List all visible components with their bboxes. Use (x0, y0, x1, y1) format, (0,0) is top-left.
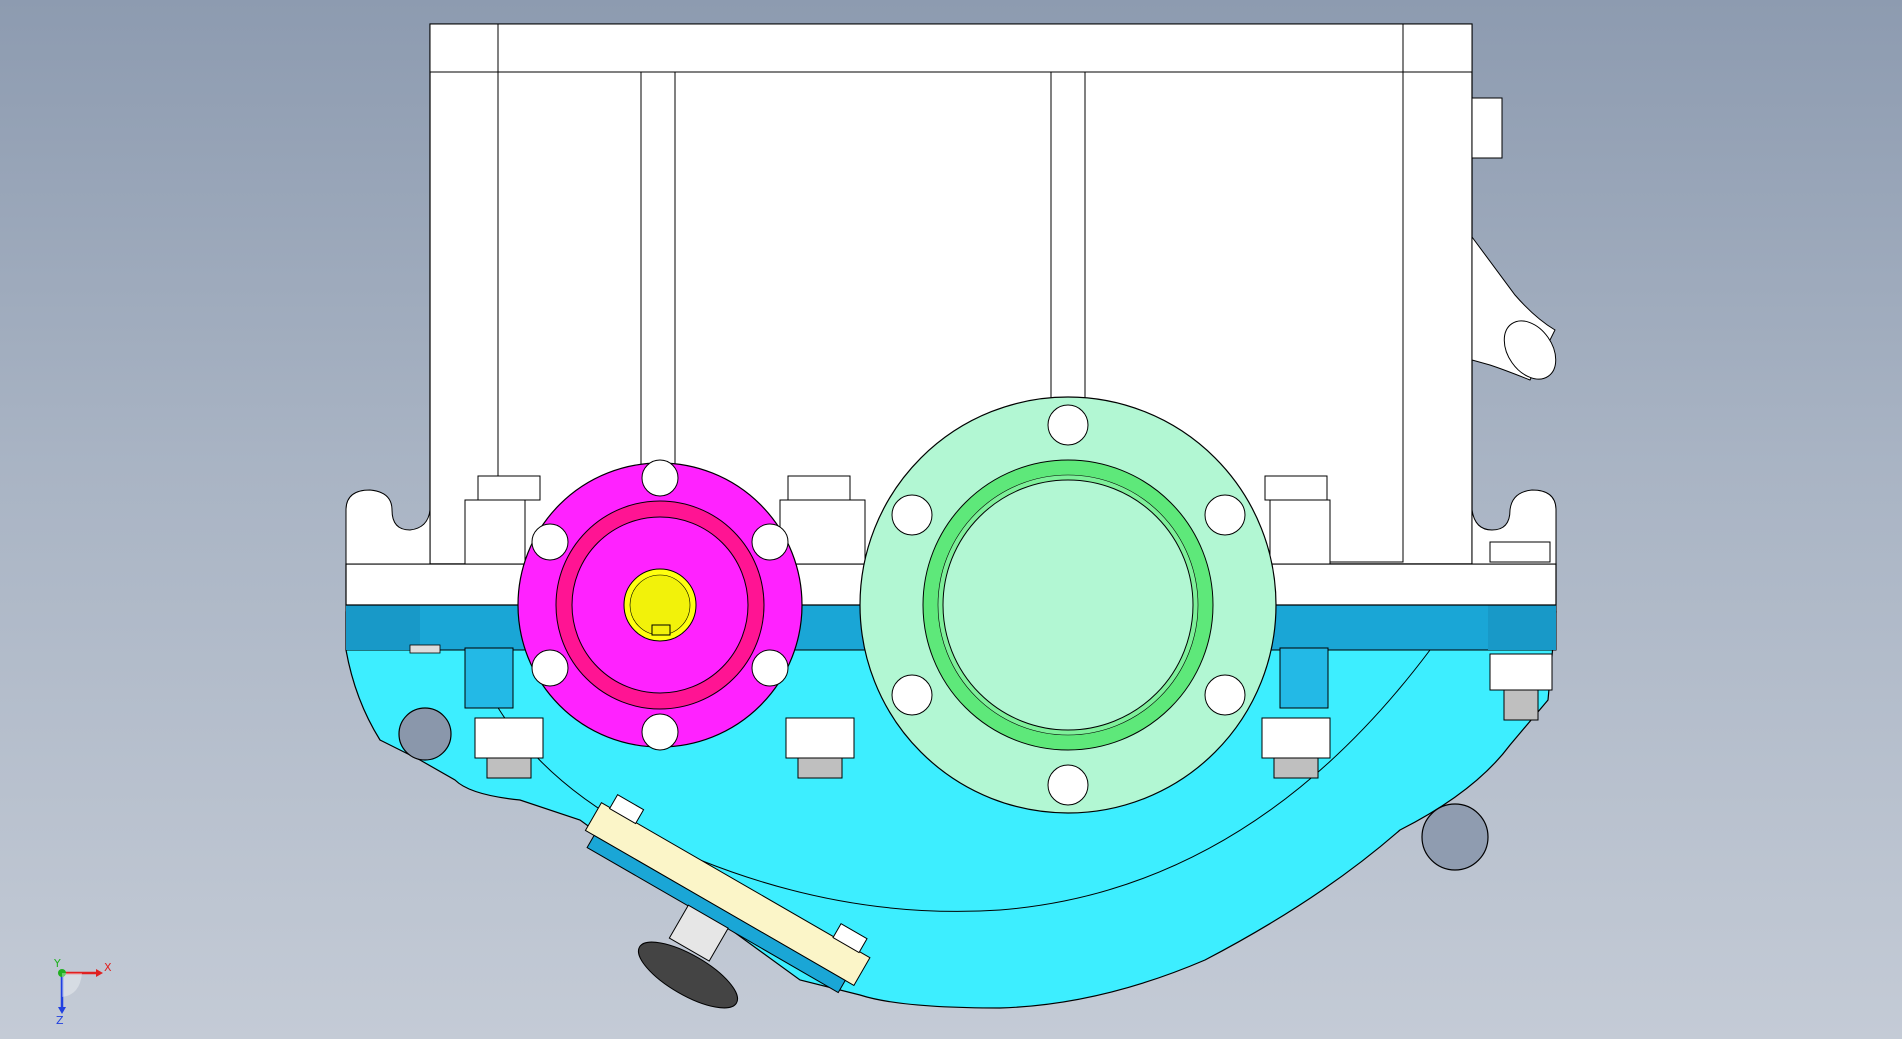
mount-hole-left (398, 707, 452, 761)
flange-bolt[interactable] (751, 649, 789, 687)
output-cover-center (942, 479, 1194, 731)
input-shaft-keyway (651, 624, 671, 636)
nut[interactable] (1261, 717, 1331, 759)
gearbox-model[interactable] (0, 0, 1902, 1039)
triad-quadrant (62, 973, 82, 997)
bolt-head[interactable] (787, 475, 851, 501)
lower-housing-flange-right (1488, 605, 1556, 650)
bolt-thread (797, 757, 843, 779)
flange-bolt[interactable] (641, 713, 679, 751)
boss-left-upper (464, 499, 526, 565)
cover-bolt[interactable] (1204, 494, 1246, 536)
boss-right-upper (1269, 499, 1331, 565)
view-orientation-triad[interactable]: X Y Z (40, 955, 130, 1025)
bolt-thread (1273, 757, 1319, 779)
z-axis-arrow (58, 1007, 66, 1014)
z-axis-label: Z (56, 1014, 64, 1025)
flange-bolt[interactable] (531, 649, 569, 687)
cad-viewport[interactable]: X Y Z (0, 0, 1902, 1039)
bolt-thread (486, 757, 532, 779)
oil-level-plug[interactable] (1471, 97, 1503, 159)
bolt-thread (1503, 689, 1539, 721)
mount-hole-right (1421, 803, 1489, 871)
cover-bolt[interactable] (1047, 764, 1089, 806)
cover-bolt[interactable] (1047, 404, 1089, 446)
bolt-head[interactable] (1489, 541, 1551, 563)
cover-bolt[interactable] (891, 494, 933, 536)
nut[interactable] (785, 717, 855, 759)
flange-bolt[interactable] (751, 523, 789, 561)
flange-bolt[interactable] (531, 523, 569, 561)
output-shaft-cover[interactable] (859, 396, 1277, 814)
cover-bolt[interactable] (891, 674, 933, 716)
flange-bolt[interactable] (641, 459, 679, 497)
nut[interactable] (474, 717, 544, 759)
x-axis-arrow (96, 969, 103, 977)
lip-left (409, 644, 441, 654)
boss-right-lower (1279, 647, 1329, 709)
upper-housing-top-rim (429, 23, 1473, 73)
x-axis-label: X (104, 961, 112, 974)
nut[interactable] (1489, 653, 1553, 691)
cover-bolt[interactable] (1204, 674, 1246, 716)
lifting-lug-left (345, 489, 431, 565)
lower-housing-flange (346, 605, 420, 650)
boss-left-lower (464, 647, 514, 709)
input-shaft-flange[interactable] (517, 459, 803, 751)
y-axis-label: Y (53, 957, 61, 970)
bolt-head[interactable] (1264, 475, 1328, 501)
bolt-head[interactable] (477, 475, 541, 501)
